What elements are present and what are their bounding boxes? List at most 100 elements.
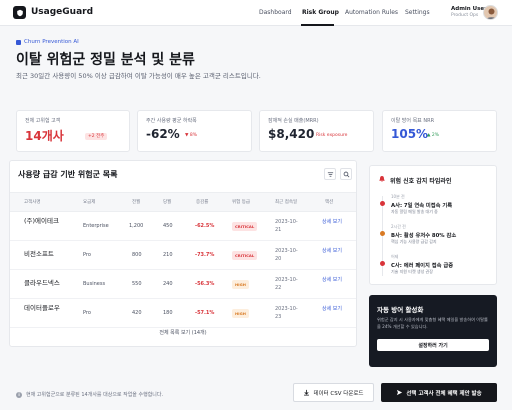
kpi-card-nrr-target: 이탈 방어 목표 NRR 105% ▲ 2% bbox=[382, 110, 497, 152]
prev-usage: 550 bbox=[132, 281, 142, 287]
user-name: Admin User bbox=[451, 6, 487, 12]
send-offer-label: 선택 고객사 전체 혜택 제안 발송 bbox=[406, 390, 482, 397]
curr-usage: 180 bbox=[163, 310, 173, 316]
event-headline: A사: 7일 연속 미접속 기록 bbox=[391, 203, 453, 209]
kpi-value: $8,420 bbox=[268, 127, 315, 141]
table-header: 고객사명 요금제 전월 당월 증감률 위험 등급 최근 접속일 액션 bbox=[10, 192, 356, 212]
plan: Pro bbox=[83, 252, 91, 258]
send-icon bbox=[397, 389, 403, 396]
kpi-note: Risk exposure bbox=[316, 133, 348, 138]
promo-title: 자동 방어 활성화 bbox=[377, 306, 424, 314]
nav-risk-group[interactable]: Risk Group bbox=[302, 9, 339, 16]
risk-table-card: 사용량 급감 기반 위험군 목록 고객사명 요금제 전월 당월 증감률 위험 등… bbox=[9, 160, 357, 347]
event-description: 자동 알림 메일 발송 대기 중 bbox=[391, 209, 438, 214]
event-headline: C사: 에러 페이지 접속 급증 bbox=[391, 263, 454, 269]
curr-usage: 450 bbox=[163, 223, 173, 229]
kpi-change: ▼ 8% bbox=[185, 133, 198, 138]
event-time: 어제 bbox=[391, 254, 399, 259]
go-to-settings-button[interactable]: 설정하러 가기 bbox=[377, 339, 489, 351]
company-name: (주)에이테크 bbox=[24, 217, 59, 225]
view-detail-link[interactable]: 상세 보기 bbox=[322, 218, 342, 226]
column-header: 요금제 bbox=[83, 200, 96, 205]
column-header: 고객사명 bbox=[24, 200, 41, 205]
auto-defense-promo: 자동 방어 활성화 위험군 감지 시 사용자에게 맞춤형 혜택 메일을 발송하여… bbox=[369, 295, 497, 367]
view-detail-link[interactable]: 상세 보기 bbox=[322, 305, 342, 313]
kpi-value: -62% bbox=[146, 127, 180, 141]
column-header: 증감률 bbox=[196, 200, 209, 205]
table-row[interactable]: (주)에이테크 Enterprise 1,200 450 -62.5% CRIT… bbox=[10, 212, 356, 241]
kpi-label: 잠재적 손실 매출(MRR) bbox=[268, 118, 319, 124]
filter-icon bbox=[327, 171, 333, 177]
prev-usage: 1,200 bbox=[129, 223, 144, 229]
csv-download-label: 데이터 CSV 다운로드 bbox=[313, 390, 364, 397]
promo-description: 위험군 감지 시 사용자에게 맞춤형 혜택 메일을 발송하여 이탈률을 24% … bbox=[377, 317, 488, 329]
company-name: 클라우드넥스 bbox=[24, 279, 60, 287]
last-access-date: 2023-10-23 bbox=[275, 306, 298, 320]
last-access-date: 2023-10-22 bbox=[275, 277, 298, 291]
kpi-card-usage-drop: 주간 사용량 평균 하락폭 -62% ▼ 8% bbox=[137, 110, 252, 152]
timeline-dot bbox=[380, 201, 385, 206]
page-title: 이탈 위험군 정밀 분석 및 분류 bbox=[16, 52, 195, 68]
shield-logo-icon bbox=[13, 6, 26, 19]
kpi-label: 전체 고위험 고객 bbox=[25, 118, 61, 124]
table-row[interactable]: 데이터플로우 Pro 420 180 -57.1% HIGH 2023-10-2… bbox=[10, 299, 356, 328]
last-access-date: 2023-10-21 bbox=[275, 219, 298, 233]
company-name: 비전소프트 bbox=[24, 250, 54, 258]
column-header: 최근 접속일 bbox=[275, 200, 298, 205]
table-title: 사용량 급감 기반 위험군 목록 bbox=[18, 170, 118, 179]
event-time: 10분 전 bbox=[391, 194, 405, 199]
alert-timeline-card: 위험 신호 감지 타임라인 10분 전 A사: 7일 연속 미접속 기록 자동 … bbox=[369, 165, 497, 285]
filter-button[interactable] bbox=[324, 168, 336, 180]
kpi-label: 주간 사용량 평균 하락폭 bbox=[146, 118, 197, 124]
user-avatar[interactable] bbox=[483, 5, 498, 20]
timeline-dot bbox=[380, 261, 385, 266]
event-description: 핵심 기능 사용량 급감 감지 bbox=[391, 239, 437, 244]
view-detail-link[interactable]: 상세 보기 bbox=[322, 276, 342, 284]
footer-note-text: 현재 고위험군으로 분류된 14개사를 대상으로 작업을 수행합니다. bbox=[26, 392, 164, 398]
risk-level-badge: CRITICAL bbox=[232, 222, 258, 231]
company-name: 데이터플로우 bbox=[24, 304, 60, 312]
csv-download-button[interactable]: 데이터 CSV 다운로드 bbox=[293, 383, 374, 402]
info-icon: i bbox=[16, 391, 22, 398]
send-offer-button[interactable]: 선택 고객사 전체 혜택 제안 발송 bbox=[381, 383, 497, 402]
search-icon bbox=[343, 171, 349, 177]
curr-usage: 210 bbox=[163, 252, 173, 258]
tag-square-icon bbox=[16, 39, 21, 45]
last-access-date: 2023-10-20 bbox=[275, 248, 298, 262]
change-rate: -73.7% bbox=[195, 252, 215, 258]
download-icon bbox=[304, 389, 310, 396]
table-row[interactable]: 클라우드넥스 Business 550 240 -56.3% HIGH 2023… bbox=[10, 270, 356, 299]
view-detail-link[interactable]: 상세 보기 bbox=[322, 247, 342, 255]
nav-dashboard[interactable]: Dashboard bbox=[259, 9, 292, 16]
plan: Business bbox=[83, 281, 106, 287]
table-row[interactable]: 비전소프트 Pro 800 210 -73.7% CRITICAL 2023-1… bbox=[10, 241, 356, 270]
risk-level-badge: HIGH bbox=[232, 280, 249, 289]
kpi-value: 105% bbox=[391, 127, 429, 141]
timeline-dot bbox=[380, 231, 385, 236]
search-button[interactable] bbox=[340, 168, 352, 180]
prev-usage: 420 bbox=[132, 310, 142, 316]
event-time: 2시간 전 bbox=[391, 224, 406, 229]
column-header: 당월 bbox=[163, 200, 172, 205]
bell-icon bbox=[379, 176, 385, 183]
change-rate: -57.1% bbox=[195, 310, 215, 316]
curr-usage: 240 bbox=[163, 281, 173, 287]
kpi-change: ▲ 2% bbox=[427, 133, 440, 138]
column-header: 위험 등급 bbox=[232, 200, 250, 205]
user-role: Product Ops bbox=[451, 13, 479, 18]
tag-label: Churn Prevention AI bbox=[24, 39, 79, 45]
section-tag: Churn Prevention AI bbox=[16, 39, 79, 45]
view-all-link[interactable]: 전체 목록 보기 (14개) bbox=[10, 329, 356, 336]
risk-level-badge: HIGH bbox=[232, 309, 249, 318]
brand-name: UsageGuard bbox=[31, 7, 94, 17]
prev-usage: 800 bbox=[132, 252, 142, 258]
nav-automation-rules[interactable]: Automation Rules bbox=[345, 9, 398, 16]
kpi-label: 이탈 방어 목표 NRR bbox=[391, 118, 435, 124]
nav-settings[interactable]: Settings bbox=[405, 9, 430, 16]
plan: Pro bbox=[83, 310, 91, 316]
top-navigation-bar: UsageGuard Dashboard Risk Group Automati… bbox=[0, 0, 512, 26]
column-header: 전월 bbox=[132, 200, 141, 205]
kpi-change-badge: +2 전주 bbox=[85, 133, 108, 140]
column-header: 액션 bbox=[325, 200, 334, 205]
nav-active-indicator bbox=[301, 24, 334, 26]
